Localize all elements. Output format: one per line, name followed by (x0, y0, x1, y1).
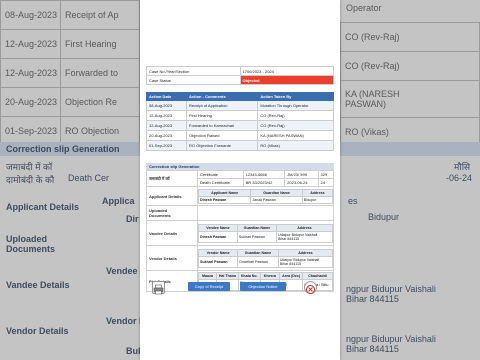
history-header-by: Action Taken By (257, 92, 334, 101)
case-status-label: Case Status (146, 75, 241, 85)
vendor-details-label: Vendor Details (146, 245, 198, 271)
history-action: Forwarded to Karmachari (186, 120, 259, 131)
vendee-guardian: Sukhari Paswan (236, 230, 278, 243)
correction-cell: JM/23/ 599 (284, 170, 319, 179)
bg-action: Objection Re (60, 87, 140, 117)
history-by: CO (Rev-Raj) (257, 110, 334, 121)
history-header-date: Action Date (145, 92, 188, 101)
uploaded-docs-label: Uploaded Documents (146, 205, 198, 221)
correction-cell: 24 (317, 178, 335, 187)
correction-title: Correction slip Generation (146, 163, 334, 170)
plot-header: Area (Dec) (279, 271, 304, 280)
history-action: Receipt of Application (186, 100, 259, 111)
history-date: 12-Aug-2023 (145, 110, 188, 121)
objection-notice-button[interactable]: Objection Notice (240, 282, 286, 291)
plot-header: Khata No. (237, 271, 261, 280)
vendor-header: Address (277, 248, 334, 257)
history-date: 20-Aug-2023 (145, 130, 188, 141)
correction-cell: BR 33/2023/42 (242, 178, 286, 187)
bg-addr-1: ngpur Bidupur Vaishali Bihar 844115 (346, 284, 436, 304)
history-date: 12-Aug-2023 (145, 120, 188, 131)
applicant-details-label: Applicant Details (146, 186, 198, 206)
correction-cell: Death Certificate (197, 178, 244, 187)
plot-header: Mauza (198, 271, 217, 280)
plot-header: Khesra (259, 271, 281, 280)
history-action: RO Objection Forwarde (186, 140, 259, 151)
history-action: First Hearing (186, 110, 259, 121)
jamabandi-label: जमाबंदी में कॉ (146, 170, 198, 187)
plot-header: Chauhaddi (302, 271, 333, 280)
bg-misc-2: -06-24 (446, 173, 473, 183)
history-header-action: Action - Comments (186, 92, 259, 101)
applicant-table: Applicant Name Guardian Name Address Din… (197, 188, 334, 204)
history-row: 12-Aug-2023 First Hearing CO (Rev-Raj) (145, 110, 334, 121)
bg-action: Forwarded to (60, 58, 140, 88)
applicant-header: Guardian Name (250, 188, 303, 197)
case-status-badge: Objected (239, 75, 334, 85)
copy-of-receipt-button[interactable]: Copy of Receipt (188, 282, 230, 291)
cancel-icon[interactable] (304, 281, 317, 294)
history-row: 20-Aug-2023 Objection Raised KA (NARESH … (145, 130, 334, 141)
vendee-header: Guardian Name (236, 223, 278, 232)
correction-cell: 2023-06-24 (284, 178, 319, 187)
plot-header: Hal Thana (215, 271, 239, 280)
applicant-address: Bidupur (301, 195, 334, 204)
print-icon[interactable] (152, 281, 165, 295)
bg-action: First Hearing (60, 29, 140, 59)
bg-by: CO (Rev-Raj) (340, 22, 480, 52)
vendor-header: Guardian Name (237, 248, 279, 257)
applicant-header: Applicant Name (197, 188, 252, 197)
vendee-name: Dinesh Paswan (198, 230, 238, 243)
correction-cell: 12345-6666 (242, 170, 286, 179)
action-history: Action Date Action - Comments Action Tak… (145, 92, 334, 151)
vendor-name: Sukhari Paswan (197, 255, 239, 268)
history-by: RO (Vikas) (257, 140, 334, 151)
vendor-table: Vendor Name Guardian Name Address Sukhar… (197, 248, 334, 268)
bg-by: KA (NARESH PASWAN) (340, 80, 480, 118)
history-row: 08-Aug-2023 Receipt of Application Mutat… (145, 100, 334, 111)
applicant-header: Address (301, 188, 334, 197)
case-no-label: Case No./Year/Section (146, 66, 241, 76)
history-date: 08-Aug-2023 (145, 100, 188, 111)
vendee-header: Vendee Name (198, 223, 238, 232)
applicant-guardian: Janak Paswan (250, 195, 303, 204)
history-by: KA (NARESH PASWAN) (257, 130, 334, 141)
vendor-guardian: Gnarthari Paswan (237, 255, 279, 268)
bg-by: CO (Rev-Raj) (340, 51, 480, 81)
history-by: Mutation Through Operator (257, 100, 334, 111)
vendor-header: Vendor Name (197, 248, 239, 257)
case-no-value: 1700/2023 - 2024 (239, 66, 334, 76)
applicant-name: Dinesh Paswan (197, 195, 252, 204)
case-info: Case No./Year/Section 1700/2023 - 2024 C… (146, 66, 334, 85)
vendee-header: Address (276, 223, 333, 232)
vendor-address: Udaipur Bidupur Vaishali Bihar 844115 (277, 255, 334, 268)
vendee-table: Vendee Name Guardian Name Address Dinesh… (198, 223, 333, 243)
correction-cell: Certificate (197, 170, 244, 179)
receipt-document: Case No./Year/Section 1700/2023 - 2024 C… (140, 0, 340, 360)
history-row: 12-Aug-2023 Forwarded to Karmachari CO (… (145, 120, 334, 131)
bg-bidupur: Bidupur (368, 212, 400, 222)
bg-misc-1: मौसि (454, 162, 471, 172)
history-action: Objection Raised (186, 130, 259, 141)
correction-section: Correction slip Generation जमाबंदी में क… (146, 163, 335, 292)
vendee-address: Udaipur Bidupur Vaishali Bihar 844115 (276, 230, 333, 243)
history-date: 01-Sep-2023 (145, 140, 188, 151)
correction-cell: 329 (317, 170, 335, 179)
history-by: CO (Rev-Raj) (257, 120, 334, 131)
history-row: 01-Sep-2023 RO Objection Forwarde RO (Vi… (145, 140, 334, 151)
bg-action: Receipt of Ap (60, 0, 140, 30)
bg-operator: Operator (346, 3, 382, 13)
vendee-details-label: Vandee Details (146, 220, 198, 246)
